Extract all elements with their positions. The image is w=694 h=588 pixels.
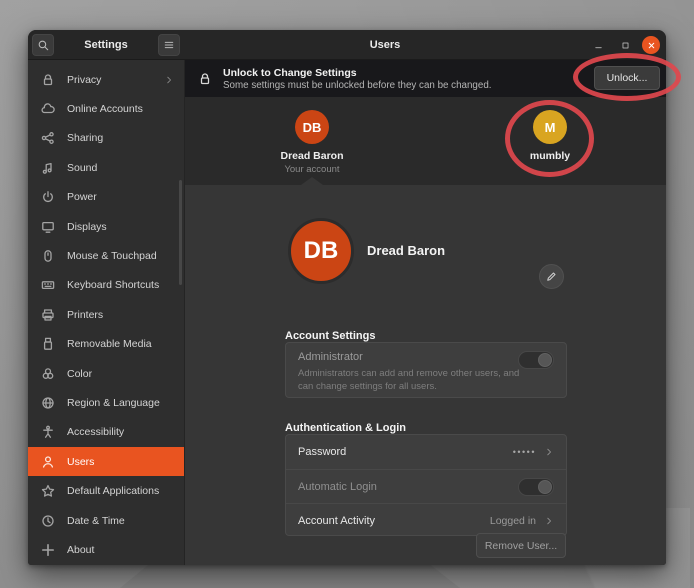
sidebar-item-mouse-touchpad[interactable]: Mouse & Touchpad — [28, 241, 184, 270]
sidebar-item-date-time[interactable]: Date & Time — [28, 506, 184, 535]
user-mumbly[interactable]: M mumbly — [495, 110, 605, 162]
sidebar-item-region-language[interactable]: Region & Language — [28, 388, 184, 417]
remove-user-button[interactable]: Remove User... — [476, 533, 566, 558]
headerbar: Settings Users — [28, 30, 666, 60]
password-value: ••••• — [513, 447, 536, 457]
administrator-card: Administrator Administrators can add and… — [285, 342, 567, 398]
sidebar-item-sharing[interactable]: Sharing — [28, 124, 184, 153]
avatar: DB — [295, 110, 329, 144]
administrator-description: Administrators can add and remove other … — [298, 368, 554, 394]
auth-login-heading: Authentication & Login — [285, 422, 406, 434]
account-activity-label: Account Activity — [298, 515, 375, 527]
automatic-login-label: Automatic Login — [298, 481, 377, 493]
display-icon — [40, 219, 56, 235]
app-title: Settings — [56, 30, 156, 60]
sidebar-item-default-applications[interactable]: Default Applications — [28, 476, 184, 505]
screen: { "window": { "app_title": "Settings", "… — [0, 0, 694, 588]
password-row[interactable]: Password ••••• — [286, 435, 566, 469]
usb-drive-icon — [40, 336, 56, 352]
hamburger-icon — [163, 39, 175, 51]
star-icon — [40, 483, 56, 499]
toggle-knob — [538, 480, 552, 494]
printer-icon — [40, 307, 56, 323]
panel-title: Users — [185, 30, 585, 60]
accessibility-icon — [40, 424, 56, 440]
user-full-name: Dread Baron — [367, 243, 445, 258]
lock-icon — [197, 71, 213, 87]
sidebar-item-accessibility[interactable]: Accessibility — [28, 418, 184, 447]
unlock-button[interactable]: Unlock... — [594, 66, 660, 90]
automatic-login-toggle[interactable] — [518, 478, 554, 496]
sidebar: Privacy Online Accounts Sharing Sound Po… — [28, 60, 185, 565]
sidebar-item-power[interactable]: Power — [28, 183, 184, 212]
sidebar-item-about[interactable]: About — [28, 535, 184, 564]
unlock-subtitle: Some settings must be unlocked before th… — [223, 80, 492, 91]
user-name: mumbly — [495, 150, 605, 162]
sidebar-item-printers[interactable]: Printers — [28, 300, 184, 329]
minimize-icon — [594, 41, 603, 50]
unlock-text: Unlock to Change Settings Some settings … — [223, 67, 492, 91]
maximize-icon — [621, 41, 630, 50]
sidebar-item-online-accounts[interactable]: Online Accounts — [28, 94, 184, 123]
lock-icon — [40, 72, 56, 88]
chevron-right-icon — [164, 75, 174, 85]
color-circles-icon — [40, 366, 56, 382]
chevron-right-icon — [544, 516, 554, 526]
edit-name-button[interactable] — [539, 264, 564, 289]
toggle-knob — [538, 353, 552, 367]
unlock-banner: Unlock to Change Settings Some settings … — [185, 60, 666, 97]
maximize-button[interactable] — [616, 36, 634, 54]
administrator-toggle[interactable] — [518, 351, 554, 369]
close-button[interactable] — [642, 36, 660, 54]
sidebar-list: Privacy Online Accounts Sharing Sound Po… — [28, 60, 184, 565]
sidebar-item-sound[interactable]: Sound — [28, 153, 184, 182]
account-activity-row[interactable]: Account Activity Logged in — [286, 503, 566, 537]
menu-button[interactable] — [158, 34, 180, 56]
user-subtitle: Your account — [257, 164, 367, 175]
unlock-title: Unlock to Change Settings — [223, 67, 492, 79]
keyboard-icon — [40, 277, 56, 293]
user-dread-baron[interactable]: DB Dread Baron Your account — [257, 110, 367, 175]
user-icon — [40, 454, 56, 470]
automatic-login-row: Automatic Login — [286, 469, 566, 503]
user-carousel: DB Dread Baron Your account M mumbly — [185, 97, 666, 185]
sidebar-item-color[interactable]: Color — [28, 359, 184, 388]
account-activity-value: Logged in — [490, 515, 536, 527]
administrator-label: Administrator — [298, 351, 554, 363]
auth-login-card: Password ••••• Automatic Login Account A… — [285, 434, 567, 536]
chevron-right-icon — [544, 447, 554, 457]
music-note-icon — [40, 160, 56, 176]
clock-icon — [40, 513, 56, 529]
power-icon — [40, 189, 56, 205]
account-settings-heading: Account Settings — [285, 330, 375, 342]
globe-icon — [40, 395, 56, 411]
user-name: Dread Baron — [257, 150, 367, 162]
users-panel: Unlock to Change Settings Some settings … — [185, 60, 666, 565]
user-detail-panel: DB Dread Baron Account Settings Administ… — [185, 185, 666, 565]
selected-user-caret — [301, 177, 323, 185]
password-label: Password — [298, 446, 346, 458]
pencil-icon — [545, 270, 558, 283]
search-button[interactable] — [32, 34, 54, 56]
sidebar-scrollbar[interactable] — [179, 180, 182, 285]
avatar: M — [533, 110, 567, 144]
sidebar-item-removable-media[interactable]: Removable Media — [28, 330, 184, 359]
settings-window: Settings Users Privacy — [28, 30, 666, 565]
search-icon — [37, 39, 50, 52]
close-icon — [647, 41, 656, 50]
sidebar-item-keyboard-shortcuts[interactable]: Keyboard Shortcuts — [28, 271, 184, 300]
sidebar-item-users[interactable]: Users — [28, 447, 184, 476]
about-icon — [40, 542, 56, 558]
avatar[interactable]: DB — [288, 218, 354, 284]
share-icon — [40, 130, 56, 146]
minimize-button[interactable] — [589, 36, 607, 54]
mouse-icon — [40, 248, 56, 264]
sidebar-item-privacy[interactable]: Privacy — [28, 65, 184, 94]
sidebar-item-displays[interactable]: Displays — [28, 212, 184, 241]
cloud-icon — [40, 101, 56, 117]
